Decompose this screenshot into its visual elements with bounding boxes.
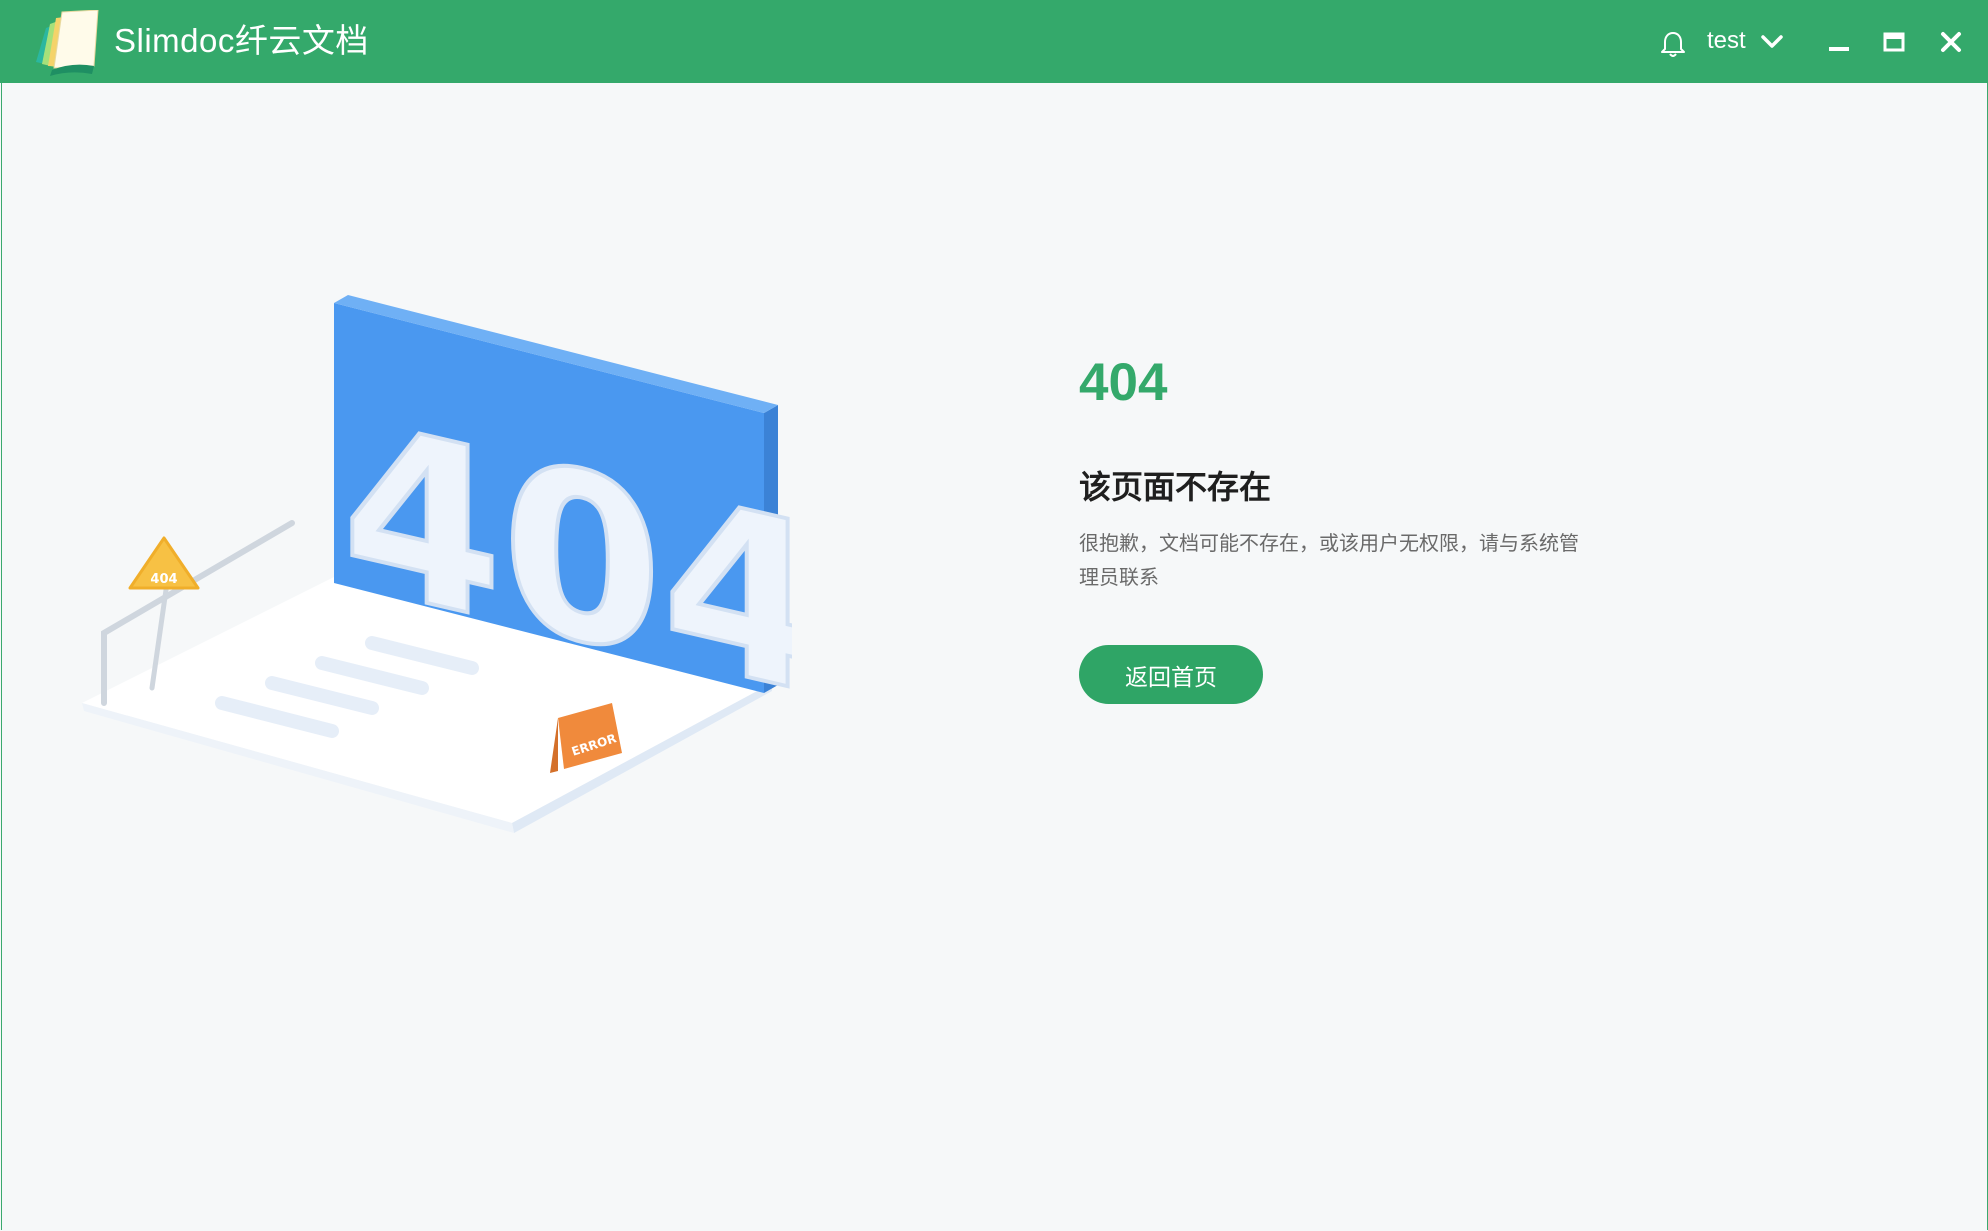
minimize-button[interactable] — [1820, 22, 1858, 62]
bell-icon[interactable] — [1660, 30, 1686, 58]
user-name[interactable]: test — [1707, 26, 1746, 56]
back-to-home-button[interactable]: 返回首页 — [1079, 645, 1263, 704]
close-icon — [1941, 32, 1961, 52]
maximize-button[interactable] — [1875, 22, 1913, 62]
close-button[interactable] — [1932, 22, 1970, 62]
error-title: 该页面不存在 — [1079, 469, 1272, 505]
app-logo-icon — [36, 10, 99, 76]
chevron-down-icon[interactable] — [1760, 33, 1784, 51]
title-bar: Slimdoc纤云文档 test — [0, 0, 1988, 83]
404-illustration: 404 404 ERROR — [82, 295, 792, 833]
main-content: 404 404 ERROR 404 该页面不存在 很抱歉，文档可能不存在，或该用… — [1, 83, 1988, 1230]
error-code: 404 — [1079, 353, 1168, 412]
app-title: Slimdoc纤云文档 — [114, 22, 369, 59]
maximize-icon — [1883, 32, 1905, 52]
minimize-icon — [1829, 47, 1849, 51]
error-description: 很抱歉，文档可能不存在，或该用户无权限，请与系统管理员联系 — [1079, 533, 1579, 589]
warning-sign-text: 404 — [150, 572, 177, 587]
